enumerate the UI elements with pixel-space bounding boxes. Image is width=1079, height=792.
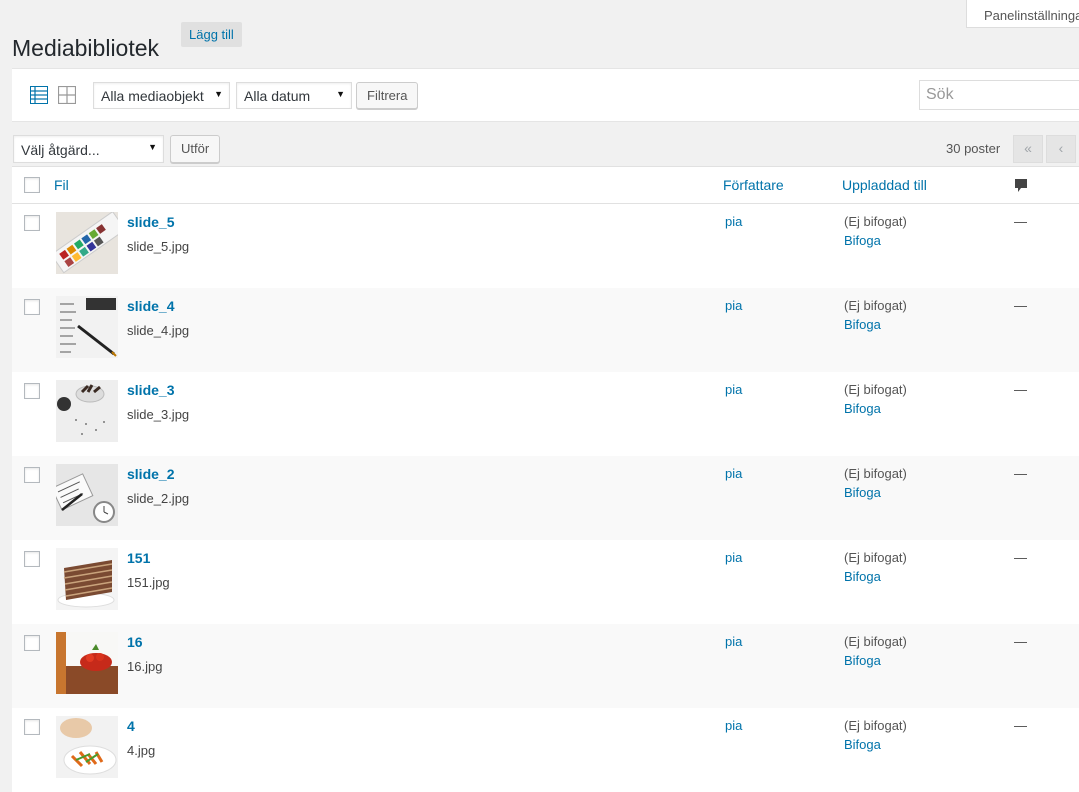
first-page-button[interactable]: « bbox=[1013, 135, 1043, 163]
items-count: 30 poster bbox=[946, 141, 1001, 156]
column-uploaded-to[interactable]: Uppladdad till bbox=[842, 177, 927, 193]
grid-view-icon[interactable] bbox=[58, 86, 76, 104]
media-title-link[interactable]: 4 bbox=[127, 718, 135, 734]
filter-button[interactable]: Filtrera bbox=[356, 82, 419, 109]
row-checkbox[interactable] bbox=[24, 299, 40, 315]
media-filename: slide_3.jpg bbox=[127, 407, 190, 422]
media-filename: 16.jpg bbox=[127, 659, 163, 674]
table-row: 16 16.jpg pia (Ej bifogat) Bifoga — bbox=[12, 624, 1079, 708]
row-checkbox[interactable] bbox=[24, 467, 40, 483]
table-row: slide_4 slide_4.jpg pia (Ej bifogat) Bif… bbox=[12, 288, 1079, 372]
screen-options-button[interactable]: Panelinställningar bbox=[966, 0, 1079, 28]
search-input[interactable] bbox=[919, 80, 1079, 110]
attach-link[interactable]: Bifoga bbox=[844, 485, 881, 500]
date-select[interactable]: Alla datum ▼ bbox=[236, 82, 352, 109]
apply-button[interactable]: Utför bbox=[170, 135, 221, 163]
uploaded-to-status: (Ej bifogat) bbox=[844, 466, 907, 481]
comment-count: — bbox=[1014, 298, 1027, 313]
add-new-button[interactable]: Lägg till bbox=[181, 22, 242, 47]
uploaded-to-status: (Ej bifogat) bbox=[844, 214, 907, 229]
author-link[interactable]: pia bbox=[725, 298, 742, 313]
row-checkbox[interactable] bbox=[24, 719, 40, 735]
comment-bubble-icon[interactable] bbox=[1014, 178, 1028, 194]
author-link[interactable]: pia bbox=[725, 550, 742, 565]
uploaded-to-status: (Ej bifogat) bbox=[844, 550, 907, 565]
media-filter-bar: Alla mediaobjekt ▼ Alla datum ▼ Filtrera bbox=[12, 68, 1079, 122]
media-filename: 4.jpg bbox=[127, 743, 156, 758]
author-link[interactable]: pia bbox=[725, 466, 742, 481]
media-filename: slide_5.jpg bbox=[127, 239, 190, 254]
media-table: Fil Författare Uppladdad till slide_5 sl… bbox=[12, 166, 1079, 792]
comment-count: — bbox=[1014, 466, 1027, 481]
table-row: slide_2 slide_2.jpg pia (Ej bifogat) Bif… bbox=[12, 456, 1079, 540]
comment-count: — bbox=[1014, 214, 1027, 229]
uploaded-to-status: (Ej bifogat) bbox=[844, 718, 907, 733]
column-author[interactable]: Författare bbox=[723, 177, 784, 193]
table-row: 4 4.jpg pia (Ej bifogat) Bifoga — bbox=[12, 708, 1079, 792]
attach-link[interactable]: Bifoga bbox=[844, 653, 881, 668]
page-title: Mediabibliotek bbox=[12, 35, 160, 62]
author-link[interactable]: pia bbox=[725, 382, 742, 397]
thumbnail-image[interactable] bbox=[56, 212, 118, 274]
author-link[interactable]: pia bbox=[725, 214, 742, 229]
bulk-action-value: Välj åtgärd... bbox=[21, 142, 100, 158]
media-type-select[interactable]: Alla mediaobjekt ▼ bbox=[93, 82, 230, 109]
attach-link[interactable]: Bifoga bbox=[844, 401, 881, 416]
media-title-link[interactable]: 16 bbox=[127, 634, 143, 650]
caret-down-icon: ▼ bbox=[148, 142, 157, 152]
attach-link[interactable]: Bifoga bbox=[844, 737, 881, 752]
table-row: slide_3 slide_3.jpg pia (Ej bifogat) Bif… bbox=[12, 372, 1079, 456]
prev-page-button[interactable]: ‹ bbox=[1046, 135, 1076, 163]
row-checkbox[interactable] bbox=[24, 383, 40, 399]
attach-link[interactable]: Bifoga bbox=[844, 569, 881, 584]
thumbnail-image[interactable] bbox=[56, 380, 118, 442]
comment-count: — bbox=[1014, 634, 1027, 649]
uploaded-to-status: (Ej bifogat) bbox=[844, 634, 907, 649]
list-view-icon[interactable] bbox=[30, 86, 48, 104]
caret-down-icon: ▼ bbox=[214, 89, 223, 99]
uploaded-to-status: (Ej bifogat) bbox=[844, 382, 907, 397]
thumbnail-image[interactable] bbox=[56, 548, 118, 610]
thumbnail-image[interactable] bbox=[56, 296, 118, 358]
row-checkbox[interactable] bbox=[24, 551, 40, 567]
select-all-checkbox[interactable] bbox=[24, 177, 40, 193]
thumbnail-image[interactable] bbox=[56, 632, 118, 694]
media-title-link[interactable]: slide_3 bbox=[127, 382, 174, 398]
comment-count: — bbox=[1014, 550, 1027, 565]
media-filename: slide_2.jpg bbox=[127, 491, 190, 506]
media-type-value: Alla mediaobjekt bbox=[101, 88, 204, 104]
uploaded-to-status: (Ej bifogat) bbox=[844, 298, 907, 313]
date-value: Alla datum bbox=[244, 88, 311, 104]
column-file[interactable]: Fil bbox=[54, 177, 69, 193]
attach-link[interactable]: Bifoga bbox=[844, 233, 881, 248]
media-title-link[interactable]: 151 bbox=[127, 550, 150, 566]
comment-count: — bbox=[1014, 718, 1027, 733]
author-link[interactable]: pia bbox=[725, 718, 742, 733]
author-link[interactable]: pia bbox=[725, 634, 742, 649]
media-filename: slide_4.jpg bbox=[127, 323, 190, 338]
media-filename: 151.jpg bbox=[127, 575, 170, 590]
thumbnail-image[interactable] bbox=[56, 464, 118, 526]
caret-down-icon: ▼ bbox=[336, 89, 345, 99]
table-row: slide_5 slide_5.jpg pia (Ej bifogat) Bif… bbox=[12, 204, 1079, 288]
attach-link[interactable]: Bifoga bbox=[844, 317, 881, 332]
media-title-link[interactable]: slide_4 bbox=[127, 298, 174, 314]
row-checkbox[interactable] bbox=[24, 635, 40, 651]
media-title-link[interactable]: slide_2 bbox=[127, 466, 174, 482]
row-checkbox[interactable] bbox=[24, 215, 40, 231]
comment-count: — bbox=[1014, 382, 1027, 397]
media-title-link[interactable]: slide_5 bbox=[127, 214, 174, 230]
table-header: Fil Författare Uppladdad till bbox=[12, 167, 1079, 204]
table-row: 151 151.jpg pia (Ej bifogat) Bifoga — bbox=[12, 540, 1079, 624]
bulk-action-select[interactable]: Välj åtgärd... ▼ bbox=[13, 135, 164, 163]
